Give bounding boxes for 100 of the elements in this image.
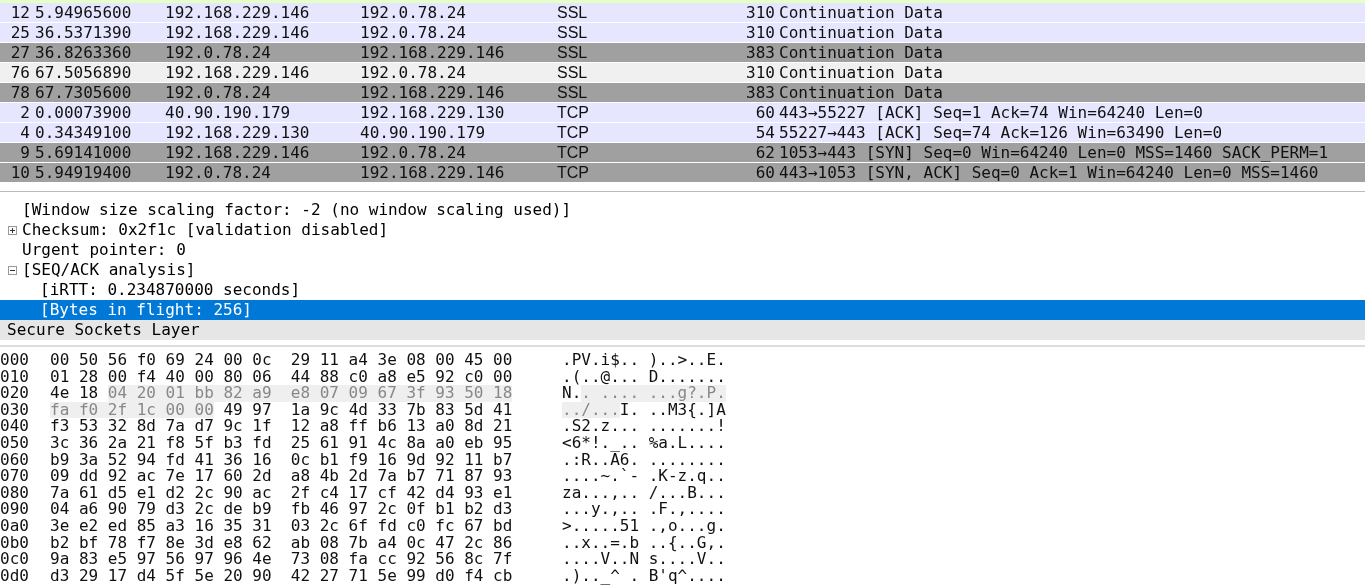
detail-row[interactable]: [Bytes in flight: 256]	[0, 300, 1365, 320]
packet-length: 60	[754, 161, 775, 184]
hex-bytes[interactable]: 7a 61 d5 e1 d2 2c 90 ac 2f c4 17 cf 42 d4 93 e1	[50, 484, 513, 502]
packet-number: 78	[9, 81, 30, 104]
hex-offset: 020	[0, 385, 30, 402]
packet-source: 192.168.229.146	[165, 141, 311, 164]
ascii-text[interactable]: >.....51 .,o...g.	[562, 517, 726, 535]
collapse-icon[interactable]	[8, 265, 17, 275]
ascii-text[interactable]: <6*!._.. %a.L....	[562, 434, 726, 452]
packet-length: 310	[745, 21, 775, 44]
packet-protocol: TCP	[557, 122, 590, 143]
hex-offset: 010	[0, 368, 30, 386]
hex-bytes[interactable]: 01 28 00 f4 40 00 80 06 44 88 c0 a8 e5 92 c0 00	[50, 368, 513, 386]
packet-row[interactable]: 12 5.94965600 192.168.229.146 192.0.78.24 SSL 310 Continuation Data	[0, 3, 1365, 23]
packet-destination: 192.168.229.146	[360, 81, 506, 104]
hex-offset: 0d0	[0, 567, 30, 585]
packet-source: 192.168.229.130	[165, 121, 311, 144]
packet-number: 2	[19, 101, 30, 124]
ascii-text[interactable]: ....~.`- .K-z.q..	[562, 468, 726, 485]
ascii-text[interactable]: ..x..=.b ..{..G,.	[562, 534, 726, 552]
packet-protocol: SSL	[557, 42, 589, 63]
packet-number: 10	[9, 161, 30, 184]
packet-length: 60	[754, 101, 775, 124]
packet-time: 5.69141000	[35, 141, 133, 164]
packet-row[interactable]: 27 36.8263360 192.0.78.24 192.168.229.146 SSL 383 Continuation Data	[0, 43, 1365, 63]
hex-offset: 030	[0, 401, 30, 419]
packet-protocol: TCP	[557, 142, 590, 163]
hex-offset: 090	[0, 501, 30, 518]
packet-time: 5.94965600	[35, 3, 133, 24]
packet-protocol: SSL	[557, 22, 589, 43]
ascii-text[interactable]: .:R..A6. ........	[562, 451, 726, 469]
hex-bytes[interactable]: 04 a6 90 79 d3 2c de b9 fb 46 97 2c 0f b1 b2 d3	[50, 501, 513, 518]
protocol-layer-row[interactable]: Secure Sockets Layer	[0, 320, 1365, 340]
hex-offset: 000	[0, 352, 30, 369]
packet-source: 192.168.229.146	[165, 21, 311, 44]
ascii-text[interactable]: ...y.,.. .F.,....	[562, 501, 726, 518]
packet-time: 0.34349100	[35, 121, 133, 144]
packet-row[interactable]: 78 67.7305600 192.0.78.24 192.168.229.146 SSL 383 Continuation Data	[0, 83, 1365, 103]
ascii-text[interactable]: .PV.i$.. )..>..E.	[562, 352, 726, 369]
packet-source: 192.0.78.24	[165, 161, 272, 184]
packet-time: 36.5371390	[35, 21, 133, 44]
packet-number: 4	[19, 121, 30, 144]
packet-protocol: TCP	[557, 162, 590, 183]
packet-protocol: SSL	[557, 3, 589, 23]
packet-number: 12	[9, 3, 30, 24]
detail-row[interactable]: Urgent pointer: 0	[0, 240, 1365, 260]
detail-row[interactable]: [Window size scaling factor: -2 (no window scaling used)]	[0, 200, 1365, 220]
hex-bytes[interactable]: 9a 83 e5 97 56 97 96 4e 73 08 fa cc 92 56 8c 7f	[50, 551, 513, 568]
detail-row[interactable]: [SEQ/ACK analysis]	[0, 260, 1365, 280]
hex-bytes[interactable]: b2 bf 78 f7 8e 3d e8 62 ab 08 7b a4 0c 47 2c 86	[50, 534, 513, 552]
packet-row[interactable]: 25 36.5371390 192.168.229.146 192.0.78.24 SSL 310 Continuation Data	[0, 23, 1365, 43]
packet-number: 27	[9, 41, 30, 64]
packet-time: 67.7305600	[35, 81, 133, 104]
hex-bytes[interactable]: 3e e2 ed 85 a3 16 35 31 03 2c 6f fd c0 fc 67 bd	[50, 517, 513, 535]
packet-row[interactable]: 10 5.94919400 192.0.78.24 192.168.229.146 TCP 60 443→1053 [SYN, ACK] Seq=0 Ack=1 Win=64240 Len=0 MSS=1460	[0, 163, 1365, 183]
ascii-text[interactable]: I. ..M3{.]A	[619, 401, 726, 419]
packet-source: 192.0.78.24	[165, 41, 272, 64]
hex-bytes[interactable]: 49 97 1a 9c 4d 33 7b 83 5d 41	[213, 401, 513, 419]
packet-info: 55227→443 [ACK] Seq=74 Ack=126 Win=63490 Len=0	[779, 121, 1223, 144]
ascii-text[interactable]: ....V..N s....V..	[562, 551, 726, 568]
packet-protocol: SSL	[557, 82, 589, 103]
hex-bytes[interactable]: f3 53 32 8d 7a d7 9c 1f 12 a8 ff b6 13 a0 8d 21	[50, 418, 513, 435]
packet-number: 76	[9, 61, 30, 84]
hex-bytes[interactable]: 4e 18	[50, 385, 108, 402]
packet-length: 310	[745, 61, 775, 84]
hex-offset: 0b0	[0, 534, 30, 552]
detail-row[interactable]: [iRTT: 0.234870000 seconds]	[0, 280, 1365, 300]
ascii-text[interactable]: .).._^ . B'q^....	[562, 567, 726, 585]
hex-offset: 0a0	[0, 517, 30, 535]
hex-bytes[interactable]: b9 3a 52 94 fd 41 36 16 0c b1 f9 16 9d 92 11 b7	[50, 451, 513, 469]
packet-info: Continuation Data	[779, 3, 943, 24]
packet-row[interactable]: 2 0.00073900 40.90.190.179 192.168.229.130 TCP 60 443→55227 [ACK] Seq=1 Ack=74 Win=64240 Len=0	[0, 103, 1365, 123]
packet-row[interactable]: 9 5.69141000 192.168.229.146 192.0.78.24 TCP 62 1053→443 [SYN] Seq=0 Win=64240 Len=0 MSS=1460 SACK_PERM=1	[0, 143, 1365, 163]
packet-destination: 192.168.229.146	[360, 41, 506, 64]
packet-source: 192.0.78.24	[165, 81, 272, 104]
packet-source: 192.168.229.146	[165, 61, 311, 84]
ascii-text[interactable]: N.	[562, 385, 582, 402]
expand-icon[interactable]	[8, 225, 17, 235]
packet-destination: 192.0.78.24	[360, 141, 467, 164]
ascii-text[interactable]: za...,.. /...B...	[562, 484, 726, 502]
packet-destination: 192.0.78.24	[360, 61, 467, 84]
packet-length: 54	[754, 121, 775, 144]
packet-destination: 40.90.190.179	[360, 121, 487, 144]
packet-info: Continuation Data	[779, 21, 943, 44]
ascii-text[interactable]: .(..@... D.......	[562, 368, 726, 386]
detail-row[interactable]: Checksum: 0x2f1c [validation disabled]	[0, 220, 1365, 240]
hex-offset: 060	[0, 451, 30, 469]
hex-bytes[interactable]: 00 50 56 f0 69 24 00 0c 29 11 a4 3e 08 00 45 00	[50, 352, 513, 369]
packet-length: 310	[745, 3, 775, 24]
ascii-text[interactable]: .S2.z... .......!	[562, 418, 726, 435]
packet-destination: 192.168.229.130	[360, 101, 506, 124]
packet-length: 383	[745, 81, 775, 104]
packet-source: 192.168.229.146	[165, 3, 311, 24]
hex-bytes[interactable]: d3 29 17 d4 5f 5e 20 90 42 27 71 5e 99 d0 f4 cb	[50, 567, 513, 585]
packet-row[interactable]: 76 67.5056890 192.168.229.146 192.0.78.24 SSL 310 Continuation Data	[0, 63, 1365, 83]
packet-length: 62	[754, 141, 775, 164]
hex-bytes[interactable]: 3c 36 2a 21 f8 5f b3 fd 25 61 91 4c 8a a0 eb 95	[50, 434, 513, 452]
packet-row[interactable]: 4 0.34349100 192.168.229.130 40.90.190.179 TCP 54 55227→443 [ACK] Seq=74 Ack=126 Win=63490 Len=0	[0, 123, 1365, 143]
hex-bytes[interactable]: 09 dd 92 ac 7e 17 60 2d a8 4b 2d 7a b7 71 87 93	[50, 468, 513, 485]
packet-source: 40.90.190.179	[165, 101, 292, 124]
